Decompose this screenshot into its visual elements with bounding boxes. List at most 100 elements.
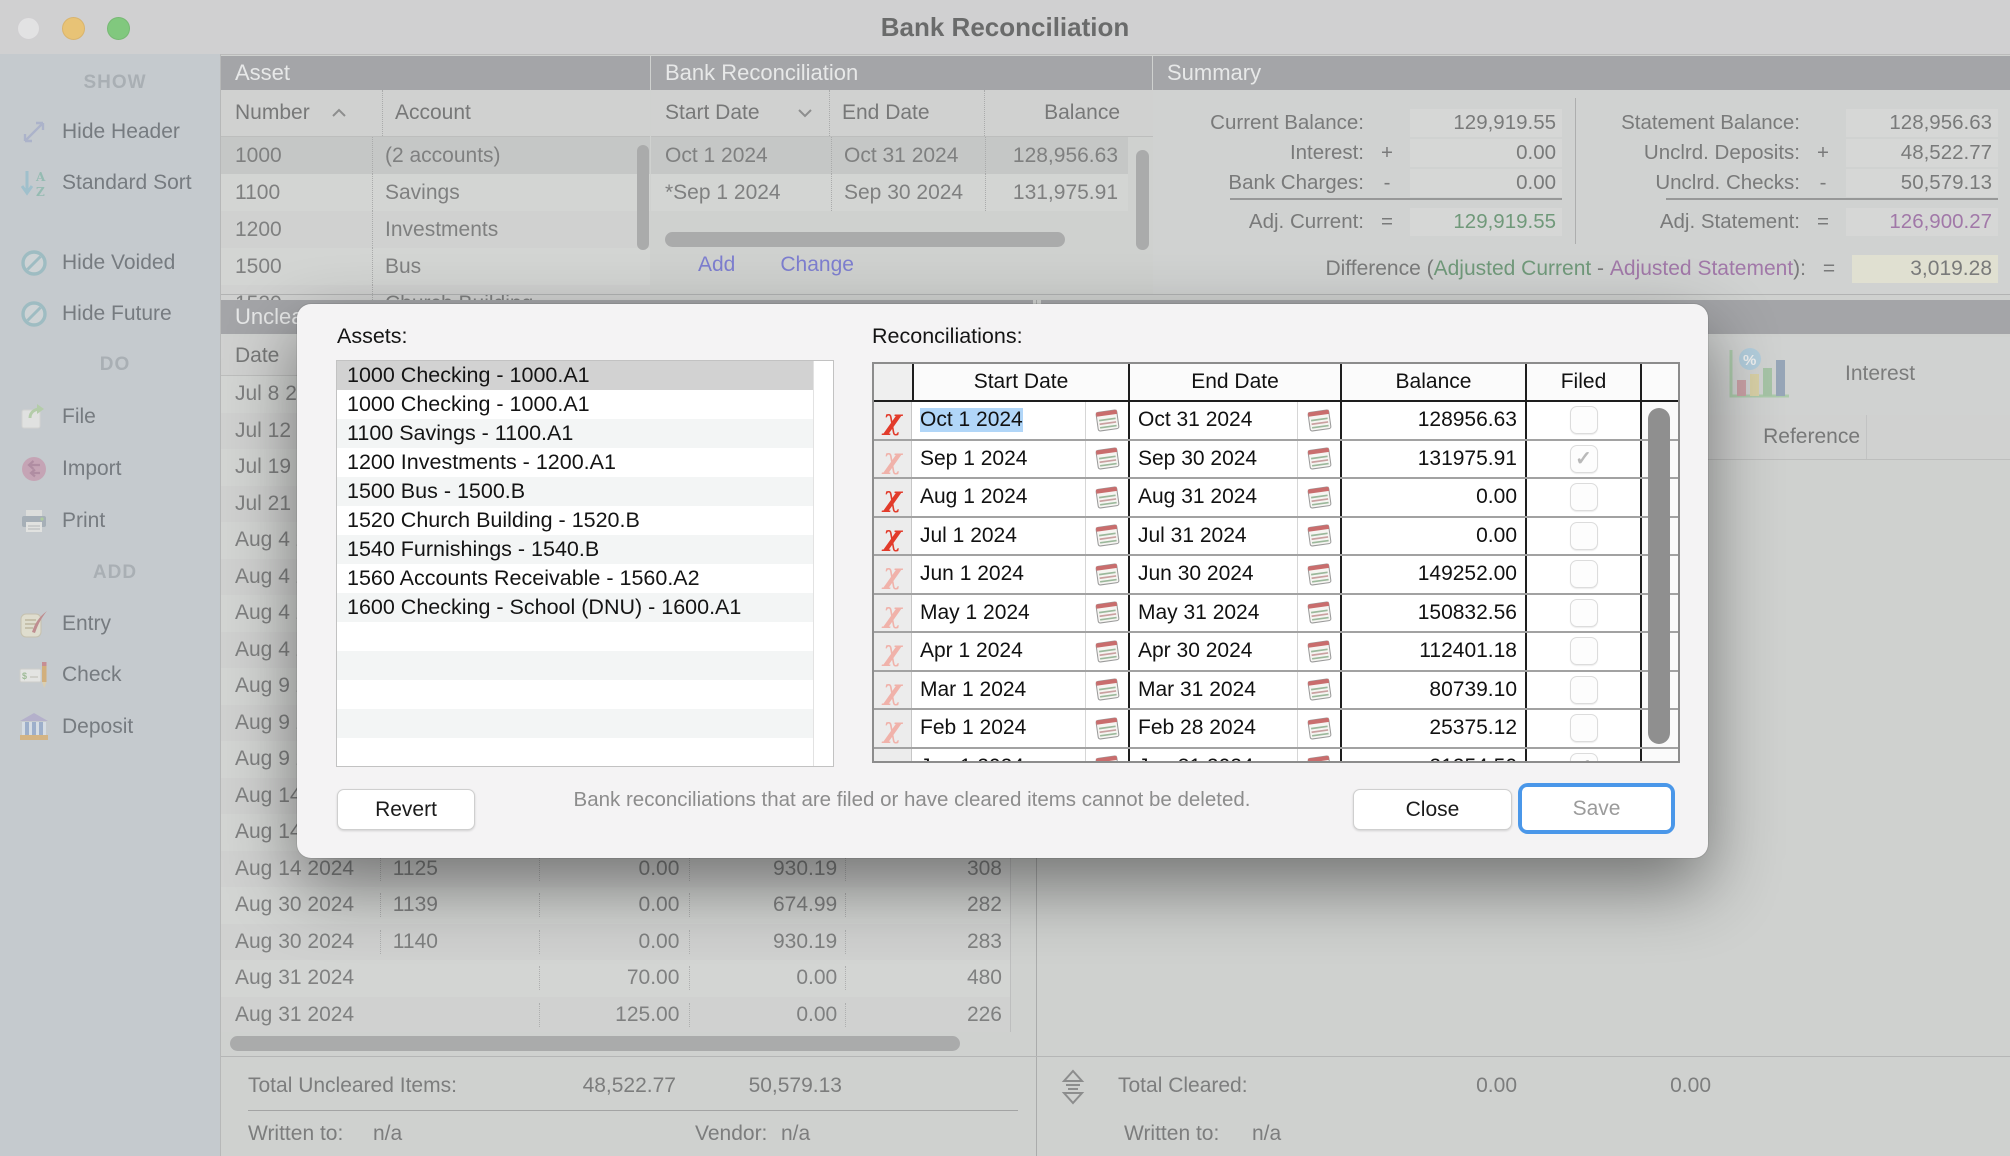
end-date-picker-button[interactable] [1297,479,1340,516]
asset-list-item[interactable]: 1100 Savings - 1100.A1 [337,419,815,448]
reconciliation-row[interactable]: Oct 1 2024 Oct 31 2024 128,956.63 [651,137,1128,174]
revert-button[interactable]: Revert [337,789,475,830]
balance-field[interactable]: 131975.91 [1340,441,1525,478]
start-date-column-header[interactable]: Start Date [651,101,797,125]
start-date-field[interactable]: Jun 1 2024 [912,556,1085,593]
balance-column-header[interactable]: Balance [984,90,1153,136]
start-date-picker-button[interactable] [1085,518,1128,555]
uncleared-item-row[interactable]: Aug 30 2024 1139 0.00 674.99 282 [221,887,1011,924]
start-date-field[interactable]: Mar 1 2024 [912,672,1085,709]
filed-checkbox[interactable]: ✓ [1570,714,1598,742]
sidebar-item[interactable]: $ Check [0,653,220,697]
asset-table-row[interactable]: 1200 Investments [221,211,650,248]
asset-vertical-scrollbar[interactable] [637,145,649,250]
end-date-picker-button[interactable] [1297,595,1340,632]
recon-horizontal-scrollbar[interactable] [665,232,1065,247]
end-date-picker-button[interactable] [1297,441,1340,478]
asset-table-row[interactable]: 1500 Bus [221,248,650,285]
uncleared-item-row[interactable]: Aug 31 2024 125.00 0.00 226 [221,997,1011,1033]
end-date-picker-button[interactable] [1297,749,1340,764]
asset-list-item[interactable]: 1500 Bus - 1500.B [337,477,815,506]
end-date-field[interactable]: Oct 31 2024 [1128,402,1297,439]
close-button[interactable]: Close [1353,789,1512,830]
start-date-field[interactable]: Jul 1 2024 [912,518,1085,555]
reconciliations-scrollbar[interactable] [1648,408,1670,744]
balance-field[interactable]: 112401.18 [1340,633,1525,670]
end-date-field[interactable]: Apr 30 2024 [1128,633,1297,670]
balance-field[interactable]: 80739.10 [1340,672,1525,709]
sidebar-item[interactable]: Entry [0,602,220,646]
uncleared-item-row[interactable]: Aug 30 2024 1140 0.00 930.19 283 [221,924,1011,961]
filed-checkbox[interactable]: ✓ [1570,676,1598,704]
add-reconciliation-link[interactable]: Add [698,253,735,277]
balance-field[interactable]: 149252.00 [1340,556,1525,593]
start-date-picker-button[interactable] [1085,672,1128,709]
balance-field[interactable]: 21254.50 [1340,749,1525,764]
filed-checkbox[interactable]: ✓ [1570,522,1598,550]
start-date-picker-button[interactable] [1085,595,1128,632]
interest-chart-icon[interactable]: % [1723,346,1793,404]
delete-row-button[interactable]: χ [874,556,912,593]
start-date-header[interactable]: Start Date [912,364,1128,400]
start-date-picker-button[interactable] [1085,749,1128,764]
assets-listbox[interactable]: 1000 Checking - 1000.A11000 Checking - 1… [336,360,834,767]
account-column-header[interactable]: Account [382,90,650,136]
reconciliation-row[interactable]: *Sep 1 2024 Sep 30 2024 131,975.91 [651,174,1128,211]
start-date-picker-button[interactable] [1085,402,1128,439]
delete-row-button[interactable]: χ [874,595,912,632]
sidebar-item[interactable]: SHOW [0,68,220,98]
filed-checkbox[interactable]: ✓ [1570,483,1598,511]
end-date-field[interactable]: Sep 30 2024 [1128,441,1297,478]
asset-list-item[interactable]: 1520 Church Building - 1520.B [337,506,815,535]
filed-checkbox[interactable]: ✓ [1570,406,1598,434]
filed-checkbox[interactable]: ✓ [1570,445,1598,473]
sidebar-item[interactable]: ADD [0,558,220,588]
delete-row-button[interactable]: χ [874,633,912,670]
sidebar-item[interactable]: AZ Standard Sort [0,161,220,205]
window-titlebar[interactable]: Bank Reconciliation [0,0,2010,55]
balance-header[interactable]: Balance [1340,364,1525,400]
interest-button-label[interactable]: Interest [1845,362,1915,386]
recon-vertical-scrollbar[interactable] [1136,150,1149,250]
delete-row-button[interactable]: χ [874,518,912,555]
start-date-field[interactable]: Aug 1 2024 [912,479,1085,516]
end-date-field[interactable]: Jun 30 2024 [1128,556,1297,593]
date-column-header[interactable]: Date [221,344,279,368]
asset-table-row[interactable]: 1000 (2 accounts) [221,137,650,174]
uncleared-item-row[interactable]: Aug 31 2024 70.00 0.00 480 [221,960,1011,997]
expand-totals-icon[interactable] [1060,1068,1086,1111]
delete-row-button[interactable]: χ [874,479,912,516]
asset-list-item[interactable]: 1000 Checking - 1000.A1 [337,390,815,419]
end-date-field[interactable]: Feb 28 2024 [1128,710,1297,747]
sidebar-item[interactable]: Deposit [0,705,220,749]
start-date-picker-button[interactable] [1085,441,1128,478]
filed-checkbox[interactable]: ✓ [1570,637,1598,665]
balance-field[interactable]: 25375.12 [1340,710,1525,747]
sidebar-item[interactable]: Import [0,447,220,491]
delete-row-button[interactable]: χ [874,441,912,478]
end-date-picker-button[interactable] [1297,402,1340,439]
uncleared-horizontal-scrollbar[interactable] [230,1036,960,1051]
end-date-field[interactable]: Mar 31 2024 [1128,672,1297,709]
asset-table-row[interactable]: 1100 Savings [221,174,650,211]
sidebar-item[interactable]: Hide Voided [0,241,220,285]
asset-list-item[interactable]: 1540 Furnishings - 1540.B [337,535,815,564]
end-date-picker-button[interactable] [1297,633,1340,670]
filed-checkbox[interactable]: ✓ [1570,753,1598,763]
number-column-header[interactable]: Number [221,101,331,125]
end-date-picker-button[interactable] [1297,518,1340,555]
end-date-field[interactable]: Aug 31 2024 [1128,479,1297,516]
balance-field[interactable]: 0.00 [1340,518,1525,555]
start-date-picker-button[interactable] [1085,710,1128,747]
start-date-field[interactable]: Oct 1 2024 [912,402,1085,439]
end-date-column-header[interactable]: End Date [829,90,984,136]
end-date-picker-button[interactable] [1297,710,1340,747]
filed-header[interactable]: Filed [1525,364,1640,400]
balance-field[interactable]: 150832.56 [1340,595,1525,632]
asset-table-row[interactable]: 1520 Church Building [221,285,650,300]
delete-row-button[interactable]: χ [874,402,912,439]
end-date-field[interactable]: Jul 31 2024 [1128,518,1297,555]
filed-checkbox[interactable]: ✓ [1570,599,1598,627]
delete-row-button[interactable]: χ [874,710,912,747]
sidebar-item[interactable]: Hide Header [0,110,220,154]
